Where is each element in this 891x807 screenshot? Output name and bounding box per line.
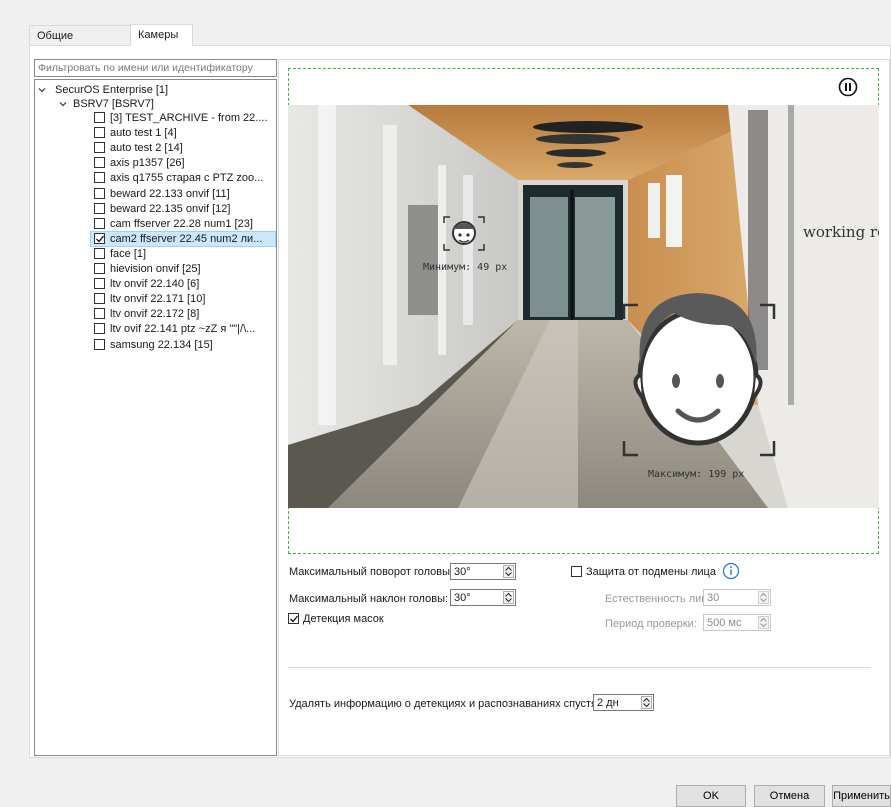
camera-label: axis q1755 старая с PTZ zoo... [110, 172, 264, 184]
mask-detection-label: Детекция масок [303, 613, 384, 625]
camera-label: beward 22.135 onvif [12] [110, 203, 231, 215]
mask-detection-checkbox[interactable] [288, 613, 299, 624]
head-rotation-spinbox[interactable]: 30° [450, 563, 516, 580]
tab-general-settings[interactable]: Общие настройки [29, 25, 131, 62]
spin-arrows-icon[interactable] [641, 696, 652, 709]
cancel-button[interactable]: Отмена [754, 785, 825, 807]
camera-checkbox[interactable] [94, 188, 105, 199]
camera-label: cam ffserver 22.28 num1 [23] [110, 218, 253, 230]
camera-checkbox[interactable] [94, 127, 105, 138]
camera-label: hievision onvif [25] [110, 263, 201, 275]
spoof-protection-label: Защита от подмены лица [586, 566, 716, 578]
camera-checkbox[interactable] [94, 293, 105, 304]
face-naturalness-value: 30 [707, 592, 720, 604]
camera-checkbox[interactable] [94, 218, 105, 229]
retention-spinbox[interactable]: 2 дн [593, 694, 654, 711]
head-tilt-value: 30° [454, 592, 471, 604]
head-tilt-spinbox[interactable]: 30° [450, 589, 516, 606]
camera-label: beward 22.133 onvif [11] [110, 188, 230, 200]
filter-input[interactable] [34, 59, 277, 77]
camera-checkbox[interactable] [94, 157, 105, 168]
face-naturalness-label: Естественность лица: [605, 593, 717, 605]
spin-arrows-icon[interactable] [503, 565, 514, 578]
camera-label: face [1] [110, 248, 147, 260]
check-period-label: Период проверки: [605, 618, 697, 630]
camera-checkbox[interactable] [94, 248, 105, 259]
max-size-label: Максимум: 199 px [648, 469, 745, 480]
face-naturalness-spinbox[interactable]: 30 [703, 589, 771, 606]
checkmark-icon [290, 615, 299, 623]
camera-label: [3] TEST_ARCHIVE - from 22.... [110, 112, 268, 124]
retention-label: Удалять информацию о детекциях и распозн… [289, 698, 601, 710]
min-size-label: Минимум: 49 px [423, 262, 508, 273]
camera-label: ltv ovif 22.141 ptz ~zZ я ""|/\... [110, 323, 256, 335]
ok-button[interactable]: OK [676, 785, 746, 807]
camera-label: samsung 22.134 [15] [110, 339, 213, 351]
check-period-value: 500 мс [707, 617, 742, 629]
corridor-scene: working rooms [288, 105, 879, 508]
camera-checkbox[interactable] [94, 278, 105, 289]
tree-root-label[interactable]: SecurOS Enterprise [1] [55, 83, 168, 97]
settings-divider [288, 667, 871, 668]
camera-label: cam2 ffserver 22.45 num2 ли... [110, 233, 263, 245]
camera-checkbox[interactable] [94, 339, 105, 350]
spin-arrows-icon[interactable] [503, 591, 514, 604]
camera-label: ltv onvif 22.172 [8] [110, 308, 200, 320]
camera-checkbox[interactable] [94, 112, 105, 123]
camera-label: auto test 2 [14] [110, 142, 183, 154]
spoof-protection-checkbox[interactable] [571, 566, 582, 577]
tree-server-label[interactable]: BSRV7 [BSRV7] [73, 97, 154, 111]
camera-label: axis p1357 [26] [110, 157, 185, 169]
tab-cameras[interactable]: Камеры [130, 24, 193, 46]
checkmark-icon [96, 235, 105, 243]
spin-arrows-icon[interactable] [758, 616, 769, 629]
camera-checkbox[interactable] [94, 263, 105, 274]
chevron-down-icon[interactable] [57, 98, 69, 110]
check-period-spinbox[interactable]: 500 мс [703, 614, 771, 631]
camera-label: ltv onvif 22.140 [6] [110, 278, 200, 290]
head-rotation-label: Максимальный поворот головы: [289, 566, 454, 578]
camera-checkbox[interactable] [94, 203, 105, 214]
spin-arrows-icon[interactable] [758, 591, 769, 604]
camera-preview: working rooms Минимум: 49 px Максимум: 1… [288, 105, 879, 508]
head-rotation-value: 30° [454, 566, 471, 578]
chevron-down-icon[interactable] [36, 84, 48, 96]
wall-text: working rooms [803, 223, 879, 241]
camera-label: ltv onvif 22.171 [10] [110, 293, 206, 305]
apply-button[interactable]: Применить [832, 785, 891, 807]
retention-value: 2 дн [597, 697, 619, 709]
camera-checkbox[interactable] [94, 308, 105, 319]
pause-icon[interactable] [838, 77, 858, 97]
tab-join [131, 44, 192, 47]
camera-checkbox[interactable] [94, 172, 105, 183]
camera-checkbox[interactable] [94, 142, 105, 153]
info-icon[interactable] [722, 562, 740, 580]
head-tilt-label: Максимальный наклон головы: [289, 593, 449, 605]
camera-checkbox[interactable] [94, 323, 105, 334]
camera-label: auto test 1 [4] [110, 127, 177, 139]
camera-checkbox[interactable] [94, 233, 105, 244]
